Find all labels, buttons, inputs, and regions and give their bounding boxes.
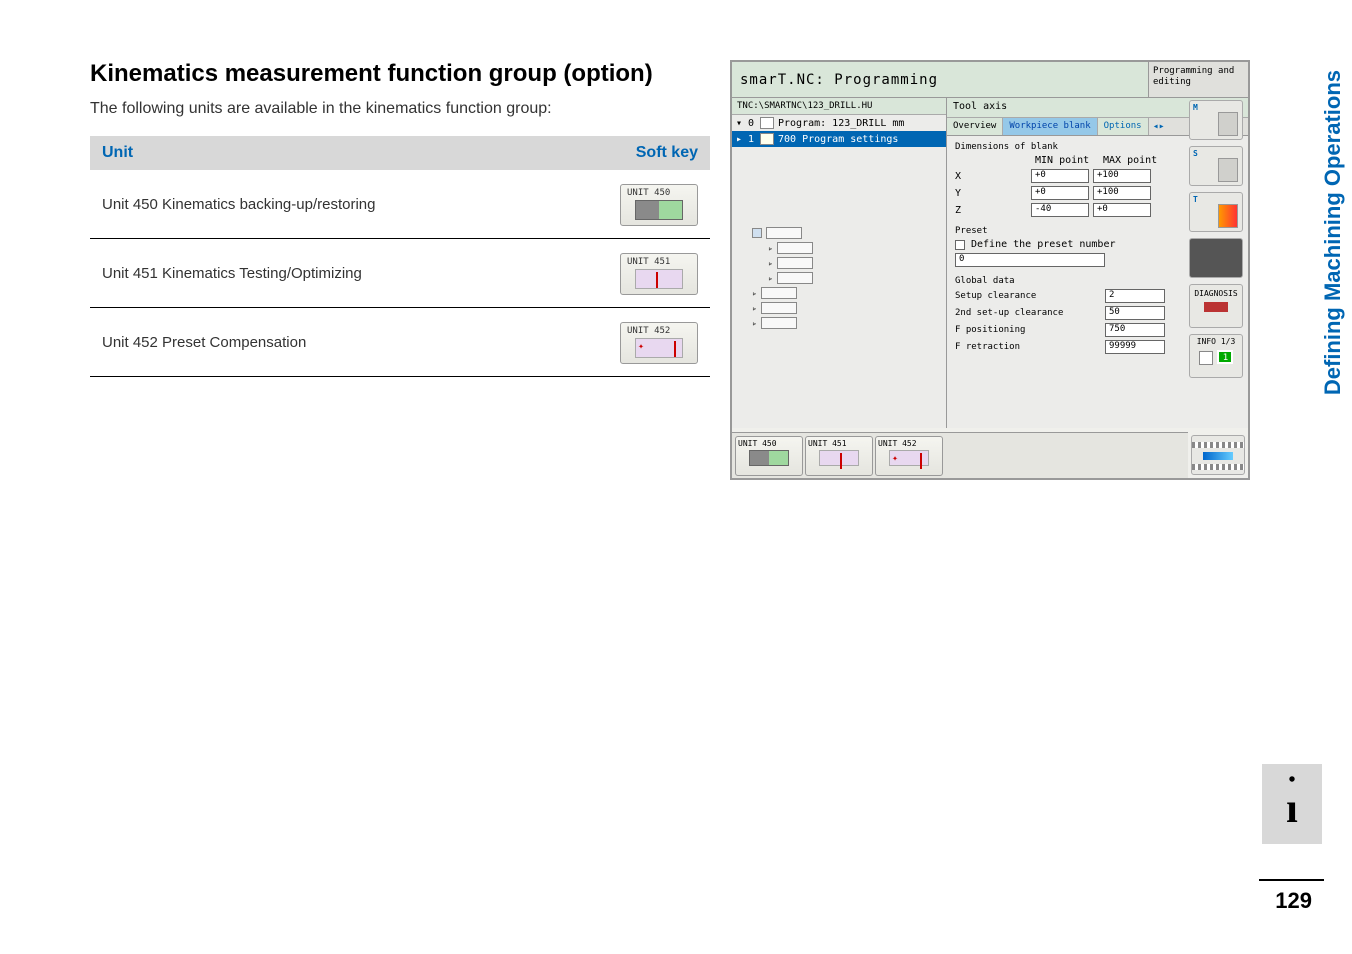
setup-clearance-label: Setup clearance — [955, 291, 1105, 301]
file-path: TNC:\SMARTNC\123_DRILL.HU — [732, 98, 946, 115]
intro-text: The following units are available in the… — [90, 100, 710, 118]
col-unit: Unit — [90, 136, 590, 170]
softkey-icon — [889, 450, 929, 466]
second-clearance-input[interactable]: 50 — [1105, 306, 1165, 320]
axis-y-label: Y — [955, 188, 1027, 199]
axis-z-label: Z — [955, 205, 1027, 216]
screen-softkey-right[interactable] — [1191, 435, 1245, 475]
softkey-icon — [635, 200, 683, 220]
tab-scroll-icon[interactable]: ◂▸ — [1149, 118, 1169, 135]
define-preset-checkbox[interactable] — [955, 240, 965, 250]
x-max-input[interactable]: +100 — [1093, 169, 1151, 183]
page-number: 129 — [1275, 888, 1312, 914]
softkey-unit-452[interactable]: UNIT 452 — [620, 322, 698, 364]
screen-title: smarT.NC: Programming — [732, 62, 1148, 97]
info-icon: ı — [1262, 764, 1322, 844]
preset-number-input[interactable]: 0 — [955, 253, 1105, 267]
diagnosis-icon — [1204, 302, 1228, 312]
s-icon — [1218, 158, 1238, 182]
max-point-label: MAX point — [1103, 155, 1161, 166]
axis-x-label: X — [955, 171, 1027, 182]
m-icon — [1218, 112, 1238, 136]
tab-workpiece-blank[interactable]: Workpiece blank — [1003, 118, 1097, 135]
side-heading: Defining Machining Operations — [1320, 70, 1346, 395]
softkey-unit-451[interactable]: UNIT 451 — [620, 253, 698, 295]
softkey-icon — [819, 450, 859, 466]
dock-m-button[interactable]: M — [1189, 100, 1243, 140]
dimensions-label: Dimensions of blank — [955, 142, 1188, 152]
f-retraction-input[interactable]: 99999 — [1105, 340, 1165, 354]
screen-mode: Programming and editing — [1148, 62, 1248, 97]
table-row: Unit 451 Kinematics Testing/Optimizing U… — [90, 239, 710, 308]
tab-options[interactable]: Options — [1098, 118, 1149, 135]
dock-t-button[interactable]: T — [1189, 192, 1243, 232]
unit-label: Unit 451 Kinematics Testing/Optimizing — [90, 239, 590, 308]
softkey-unit-450[interactable]: UNIT 450 — [620, 184, 698, 226]
screen-softkey-452[interactable]: UNIT 452 — [875, 436, 943, 476]
unit-label: Unit 452 Preset Compensation — [90, 308, 590, 377]
cnc-screenshot: smarT.NC: Programming Programming and ed… — [730, 60, 1250, 480]
tree-label: 700 Program settings — [778, 134, 898, 145]
y-min-input[interactable]: +0 — [1031, 186, 1089, 200]
preset-label: Preset — [955, 226, 1188, 236]
softkey-label: UNIT 452 — [623, 326, 695, 336]
tool-axis-label: Tool axis — [953, 101, 1007, 114]
softkey-label: UNIT 450 — [623, 188, 695, 198]
global-data-label: Global data — [955, 276, 1188, 286]
softkey-icon — [635, 338, 683, 358]
define-preset-label: Define the preset number — [971, 239, 1116, 250]
strip-icon — [1192, 464, 1244, 470]
second-clearance-label: 2nd set-up clearance — [955, 308, 1105, 318]
softkey-icon — [635, 269, 683, 289]
z-min-input[interactable]: -40 — [1031, 203, 1089, 217]
screen-softkey-450[interactable]: UNIT 450 — [735, 436, 803, 476]
bar-icon — [1203, 452, 1233, 460]
tree-index: ▾ 0 — [736, 118, 756, 129]
f-retraction-label: F retraction — [955, 342, 1105, 352]
tree-placeholder: ▹ ▹ ▹ ▹ ▹ ▹ — [732, 227, 946, 329]
info-page-icon — [1199, 351, 1213, 365]
section-title: Kinematics measurement function group (o… — [90, 60, 710, 88]
t-icon — [1218, 204, 1238, 228]
screen-softkey-451[interactable]: UNIT 451 — [805, 436, 873, 476]
softkey-label: UNIT 451 — [623, 257, 695, 267]
dock-diagnosis-button[interactable]: DIAGNOSIS — [1189, 284, 1243, 328]
dock-info-button[interactable]: INFO 1/3 1 — [1189, 334, 1243, 378]
program-icon — [760, 117, 774, 129]
dock-blank — [1189, 238, 1243, 278]
x-min-input[interactable]: +0 — [1031, 169, 1089, 183]
softkey-icon — [749, 450, 789, 466]
unit-table: Unit Soft key Unit 450 Kinematics backin… — [90, 136, 710, 377]
info-number: 1 — [1217, 350, 1233, 364]
z-max-input[interactable]: +0 — [1093, 203, 1151, 217]
setup-clearance-input[interactable]: 2 — [1105, 289, 1165, 303]
dock-s-button[interactable]: S — [1189, 146, 1243, 186]
settings-icon — [760, 133, 774, 145]
y-max-input[interactable]: +100 — [1093, 186, 1151, 200]
strip-icon — [1192, 442, 1244, 448]
col-softkey: Soft key — [590, 136, 710, 170]
tree-label: Program: 123_DRILL mm — [778, 118, 904, 129]
tab-overview[interactable]: Overview — [947, 118, 1003, 135]
f-positioning-label: F positioning — [955, 325, 1105, 335]
table-row: Unit 450 Kinematics backing-up/restoring… — [90, 170, 710, 239]
tree-index: ▸ 1 — [736, 134, 756, 145]
unit-label: Unit 450 Kinematics backing-up/restoring — [90, 170, 590, 239]
f-positioning-input[interactable]: 750 — [1105, 323, 1165, 337]
table-row: Unit 452 Preset Compensation UNIT 452 — [90, 308, 710, 377]
tree-row-program[interactable]: ▾ 0 Program: 123_DRILL mm — [732, 115, 946, 131]
tree-row-settings[interactable]: ▸ 1 700 Program settings — [732, 131, 946, 147]
min-point-label: MIN point — [1035, 155, 1093, 166]
